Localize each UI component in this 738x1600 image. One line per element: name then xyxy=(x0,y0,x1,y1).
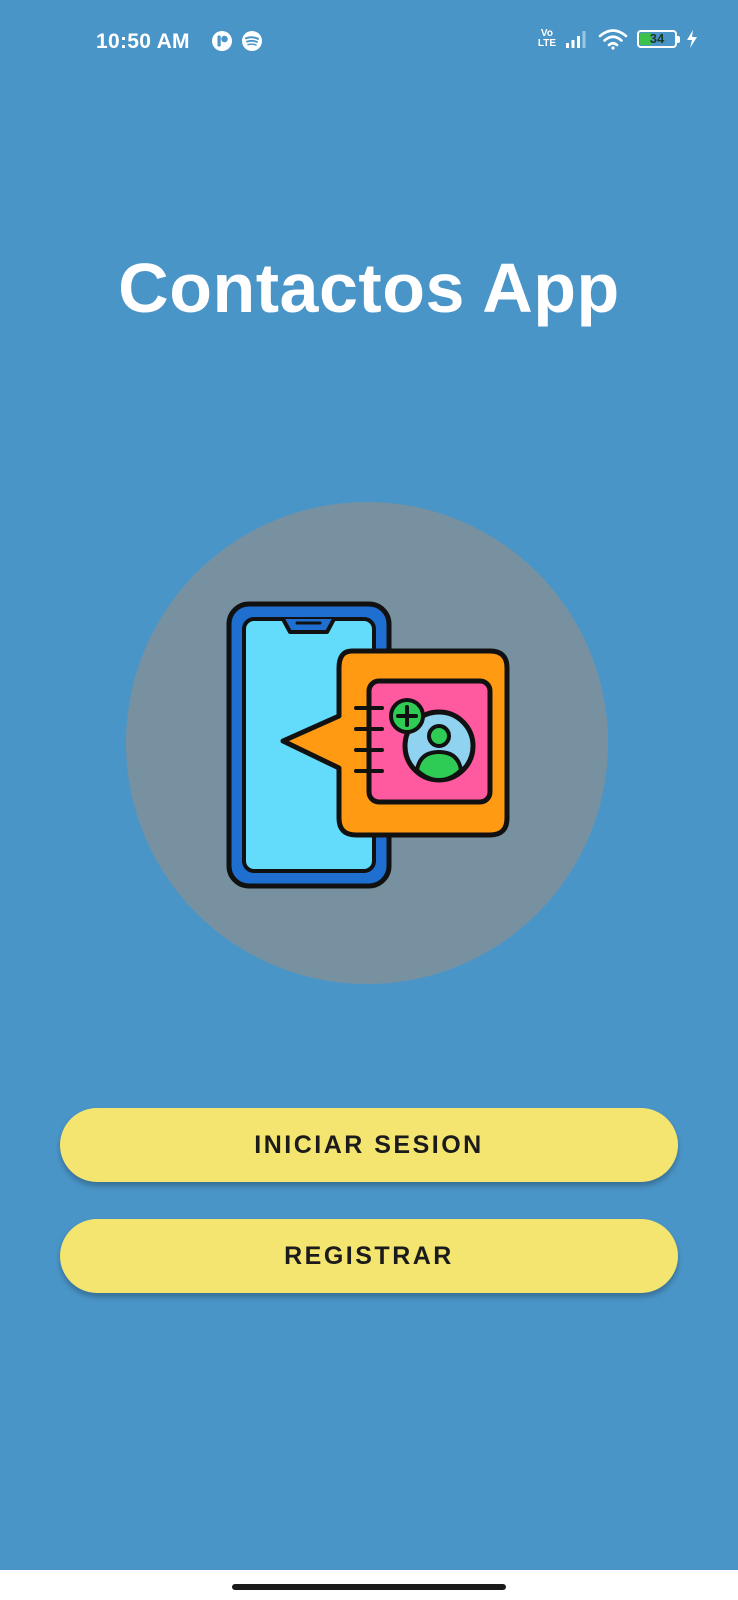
phone-notch xyxy=(281,618,336,634)
register-button[interactable]: REGISTRAR xyxy=(60,1219,678,1293)
home-indicator[interactable] xyxy=(232,1584,506,1590)
phone-contact-book-icon xyxy=(226,601,510,889)
login-button[interactable]: INICIAR SESION xyxy=(60,1108,678,1182)
